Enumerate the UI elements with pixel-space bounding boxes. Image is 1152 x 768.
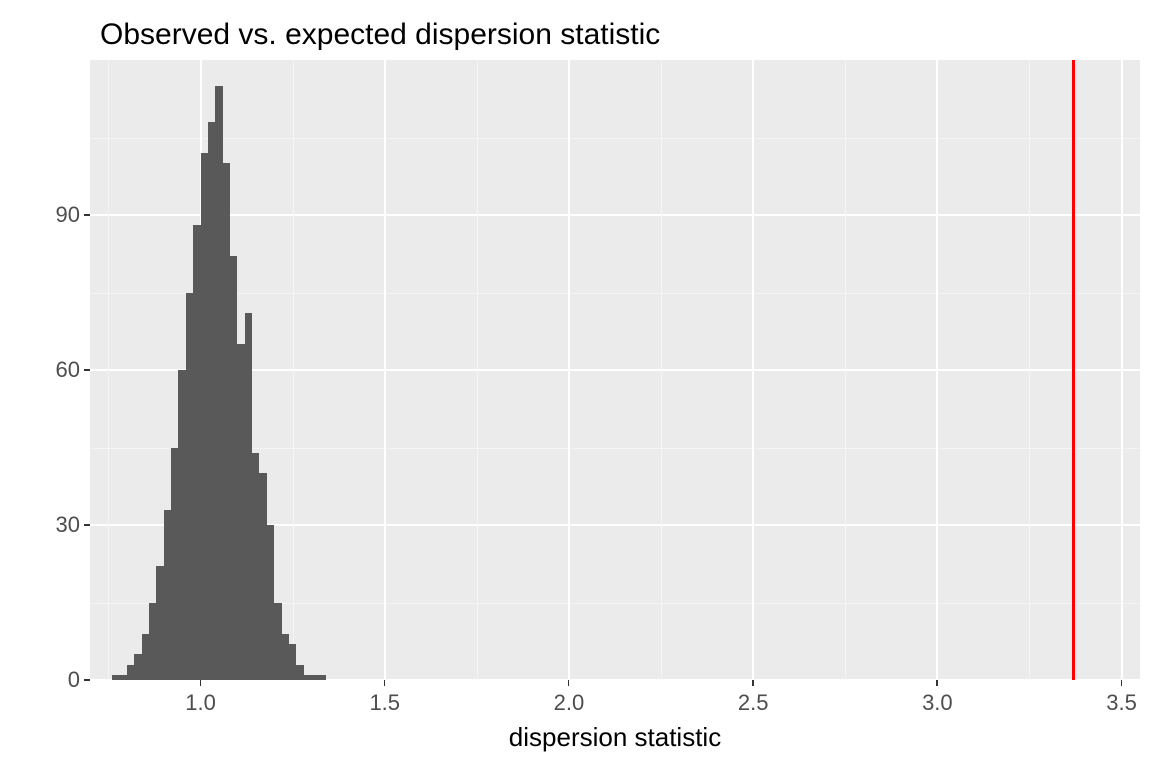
histogram-bar <box>164 510 171 681</box>
gridline-minor-v <box>845 60 846 680</box>
plot-title: Observed vs. expected dispersion statist… <box>100 18 660 52</box>
histogram-bar <box>193 225 200 680</box>
y-tick-label: 30 <box>10 512 80 538</box>
histogram-bar <box>142 634 149 681</box>
histogram-bar <box>304 675 311 680</box>
y-tick-mark <box>84 369 90 371</box>
histogram-bar <box>223 163 230 680</box>
y-tick-label: 90 <box>10 202 80 228</box>
histogram-bar <box>267 525 274 680</box>
histogram-bar <box>186 293 193 681</box>
x-tick-label: 3.0 <box>922 690 953 716</box>
y-tick-mark <box>84 214 90 216</box>
observed-vline <box>1072 60 1075 680</box>
x-tick-mark <box>384 680 386 686</box>
x-tick-mark <box>568 680 570 686</box>
x-tick-mark <box>752 680 754 686</box>
y-tick-mark <box>84 679 90 681</box>
gridline-h <box>90 214 1140 216</box>
gridline-v <box>568 60 570 680</box>
x-tick-label: 1.0 <box>185 690 216 716</box>
histogram-bar <box>134 654 141 680</box>
x-tick-label: 1.5 <box>369 690 400 716</box>
histogram-bar <box>274 603 281 681</box>
chart-container: Observed vs. expected dispersion statist… <box>0 0 1152 768</box>
histogram-bar <box>208 122 215 680</box>
histogram-bar <box>230 256 237 680</box>
x-tick-mark <box>1121 680 1123 686</box>
gridline-v <box>936 60 938 680</box>
histogram-bar <box>215 86 222 680</box>
y-tick-mark <box>84 524 90 526</box>
histogram-bar <box>252 453 259 680</box>
plot-panel <box>90 60 1140 680</box>
histogram-bar <box>201 153 208 680</box>
histogram-bar <box>149 603 156 681</box>
histogram-bar <box>171 448 178 681</box>
gridline-minor-h <box>90 138 1140 139</box>
gridline-minor-v <box>108 60 109 680</box>
gridline-v <box>752 60 754 680</box>
histogram-bar <box>119 675 126 680</box>
histogram-bar <box>112 675 119 680</box>
gridline-minor-v <box>1029 60 1030 680</box>
histogram-bar <box>311 675 318 680</box>
histogram-bar <box>127 665 134 681</box>
gridline-v <box>1121 60 1123 680</box>
y-tick-label: 60 <box>10 357 80 383</box>
histogram-bar <box>237 344 244 680</box>
gridline-minor-v <box>293 60 294 680</box>
gridline-minor-h <box>90 293 1140 294</box>
histogram-bar <box>156 566 163 680</box>
gridline-v <box>384 60 386 680</box>
gridline-minor-v <box>661 60 662 680</box>
histogram-bar <box>178 370 185 680</box>
x-tick-mark <box>200 680 202 686</box>
histogram-bar <box>245 313 252 680</box>
x-tick-label: 3.5 <box>1106 690 1137 716</box>
x-tick-mark <box>936 680 938 686</box>
y-tick-label: 0 <box>10 667 80 693</box>
histogram-bar <box>289 644 296 680</box>
x-axis-label: dispersion statistic <box>90 722 1140 753</box>
histogram-bar <box>259 473 266 680</box>
histogram-bar <box>296 665 303 681</box>
histogram-bar <box>318 675 325 680</box>
x-tick-label: 2.0 <box>554 690 585 716</box>
gridline-minor-v <box>477 60 478 680</box>
x-tick-label: 2.5 <box>738 690 769 716</box>
histogram-bar <box>282 634 289 681</box>
